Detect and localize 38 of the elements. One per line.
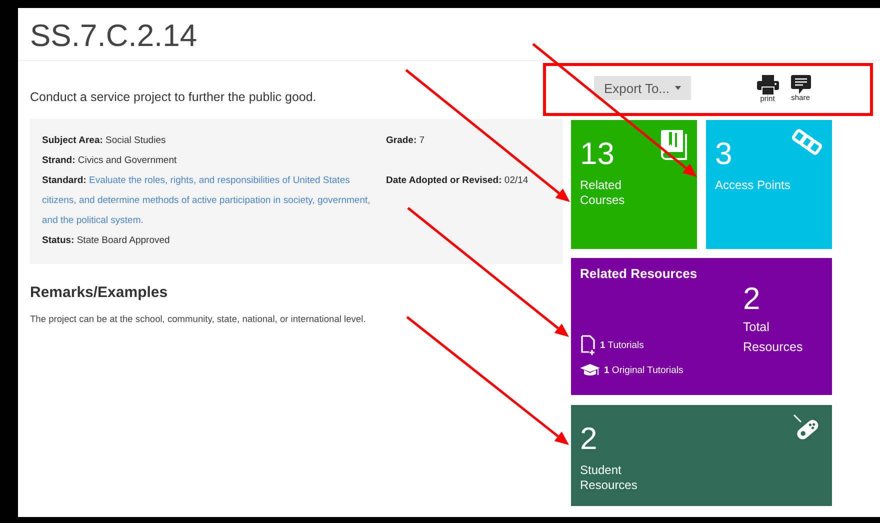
field-label: Grade:	[386, 135, 417, 146]
field-label: Status:	[42, 235, 74, 246]
field-label: Strand:	[42, 155, 76, 166]
access-points-tile[interactable]	[706, 120, 832, 249]
resource-count-text: 1 Original Tutorials	[604, 364, 684, 376]
field-value: 7	[419, 135, 425, 146]
count-number: 2	[580, 423, 598, 454]
remarks-text: The project can be at the school, community, state, national, or international level.	[30, 314, 367, 324]
tile-label: Access Points	[715, 178, 792, 193]
count-number: 3	[715, 138, 732, 169]
graduation-cap-icon	[580, 363, 600, 377]
tile-label: Total Resources	[743, 319, 804, 356]
chain-link-icon	[792, 128, 822, 156]
tile-heading: Related Resources	[580, 266, 698, 281]
printer-icon	[756, 75, 779, 96]
standard-text: Standard: Evaluate the roles, rights, and responsibilities of United States citizens, and determine methods of active participation in society, government, and the political system.	[42, 174, 372, 228]
field-value: 02/14	[504, 175, 528, 186]
caret-icon	[674, 86, 681, 90]
export-dropdown[interactable]: Export To...	[594, 76, 691, 100]
count-number: 2	[743, 283, 760, 314]
page-title: SS.7.C.2.14	[30, 18, 198, 54]
courses-tile[interactable]	[571, 120, 697, 249]
field-value: State Board Approved	[76, 235, 170, 246]
resource-count-text: 1 Tutorials	[600, 340, 644, 350]
student-resources-tile[interactable]	[571, 405, 832, 506]
count-number: 13	[580, 138, 614, 169]
related-resources-tile[interactable]	[571, 258, 832, 395]
description-text: Conduct a service project to further the public good.	[30, 89, 318, 105]
field-value: Civics and Government	[78, 155, 177, 166]
book-icon	[661, 128, 687, 160]
tile-label: Related Courses	[580, 178, 626, 208]
field-label: Date Adopted or Revised:	[386, 175, 502, 186]
speech-bubble-icon	[790, 75, 811, 94]
field-value: Social Studies	[106, 135, 166, 146]
tile-label: Student Resources	[580, 463, 638, 493]
document-plus-icon	[580, 335, 596, 355]
section-heading: Remarks/Examples	[30, 284, 169, 301]
field-label: Subject Area:	[42, 135, 103, 146]
